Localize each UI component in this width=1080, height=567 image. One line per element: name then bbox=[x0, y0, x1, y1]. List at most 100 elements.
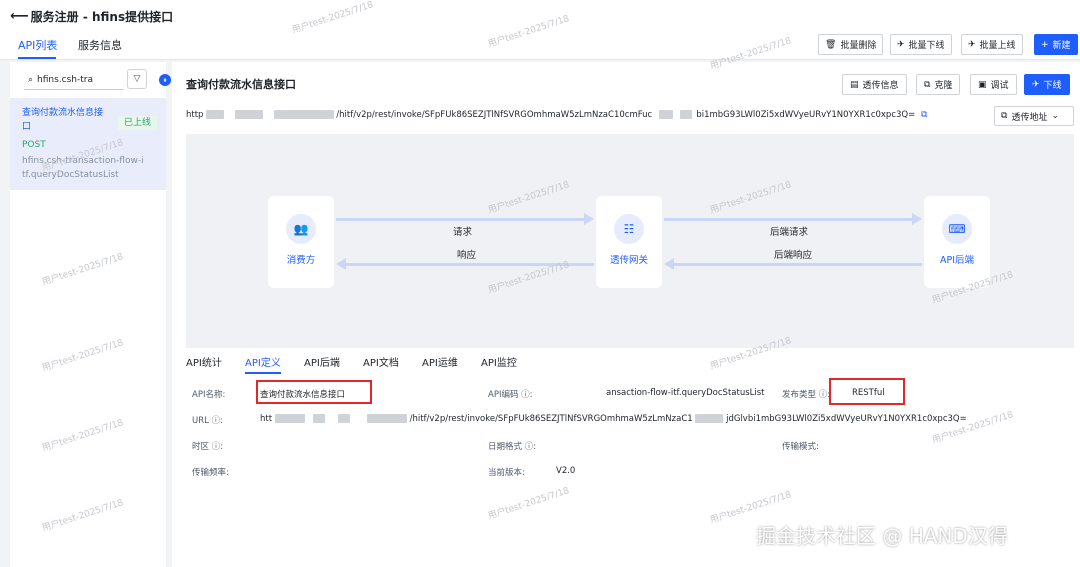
transparent-address-select[interactable]: ⧉ 透传地址 ⌄ bbox=[994, 106, 1074, 126]
debug-label: 调试 bbox=[990, 81, 1009, 91]
api-sidebar: ⌕ hfins.csh-tra ▽ 查询付款流水信息接口 已上线 POST hf… bbox=[10, 62, 166, 567]
arrow-right-icon bbox=[912, 213, 922, 225]
url-label: URL ⓘ: bbox=[192, 416, 223, 426]
url-prefix: http bbox=[186, 110, 204, 120]
plane-down-icon: ✈ bbox=[897, 39, 905, 50]
tab-api-definition[interactable]: API定义 bbox=[245, 354, 281, 369]
api-code-value: ansaction-flow-itf.queryDocStatusList bbox=[606, 388, 765, 398]
arrow-right-icon bbox=[584, 213, 594, 225]
gateway-label: 透传网关 bbox=[609, 255, 648, 266]
batch-online-button[interactable]: ✈ 批量上线 bbox=[961, 34, 1023, 55]
backend-response-text: 后端响应 bbox=[774, 250, 813, 261]
redacted-block bbox=[679, 110, 692, 119]
gateway-node: ☷ 透传网关 bbox=[596, 196, 662, 288]
plane-down-icon: ✈ bbox=[1032, 79, 1040, 90]
table-icon: ▤ bbox=[850, 79, 859, 90]
tab-api-list[interactable]: API列表 bbox=[18, 37, 57, 53]
arrow-left-icon[interactable]: ⟵ bbox=[10, 9, 29, 24]
api-item-path: hfins.csh-transaction-flow-itf.queryDocS… bbox=[22, 156, 144, 180]
tab-api-docs[interactable]: API文档 bbox=[363, 354, 399, 369]
offline-button[interactable]: ✈ 下线 bbox=[1024, 74, 1070, 95]
tab-service-info[interactable]: 服务信息 bbox=[78, 37, 122, 53]
highlight-box bbox=[256, 380, 372, 404]
version-value: V2.0 bbox=[556, 466, 576, 476]
redacted-block bbox=[234, 110, 263, 119]
flow-diagram: 👥 消费方 ☷ 透传网关 ⌨ API后端 请求 响应 后端请求 后端响应 bbox=[186, 134, 1074, 348]
header-bar: ⟵ 服务注册 - hfins提供接口 bbox=[0, 0, 1080, 32]
consumer-node: 👥 消费方 bbox=[268, 196, 334, 288]
copy-icon: ⧉ bbox=[924, 79, 931, 90]
api-item-name: 查询付款流水信息接口 bbox=[22, 108, 104, 132]
help-circle-icon[interactable]: ⓘ bbox=[521, 390, 530, 400]
tab-api-backend[interactable]: API后端 bbox=[304, 354, 340, 369]
tab-api-monitor[interactable]: API监控 bbox=[481, 354, 517, 369]
help-circle-icon[interactable]: ⓘ bbox=[525, 442, 534, 452]
response-text: 响应 bbox=[457, 250, 477, 261]
api-item-method: POST bbox=[22, 140, 46, 150]
batch-online-label: 批量上线 bbox=[979, 41, 1016, 51]
redacted-block bbox=[313, 414, 326, 423]
debug-button[interactable]: ▣ 调试 bbox=[970, 74, 1017, 95]
batch-delete-label: 批量删除 bbox=[840, 41, 877, 51]
help-circle-icon[interactable]: ⓘ bbox=[212, 442, 221, 452]
filter-icon: ▽ bbox=[133, 74, 141, 84]
url-value-suffix: jdGlvbi1mbG93LWl0Zi5xdWVyeURvY1N0YXR1c0x… bbox=[726, 414, 967, 424]
filter-button[interactable]: ▽ bbox=[127, 69, 147, 89]
transfer-mode-label: 传输模式: bbox=[782, 442, 819, 452]
arrow-left-icon bbox=[336, 258, 346, 270]
copy-icon[interactable]: ⧉ bbox=[921, 110, 927, 120]
new-label: 新建 bbox=[1052, 41, 1071, 51]
chevron-down-icon: ⌄ bbox=[1051, 111, 1059, 121]
help-circle-icon[interactable]: ⓘ bbox=[212, 416, 221, 426]
clone-button[interactable]: ⧉ 克隆 bbox=[916, 74, 961, 95]
batch-offline-button[interactable]: ✈ 批量下线 bbox=[890, 34, 952, 55]
url-value-prefix: htt bbox=[260, 414, 273, 424]
transparent-info-button[interactable]: ▤ 透传信息 bbox=[842, 74, 907, 95]
url-suffix: bi1mbG93LWl0Zi5xdWVyeURvY1N0YXR1c0xpc3Q= bbox=[696, 110, 916, 120]
active-tab-indicator bbox=[18, 57, 56, 59]
batch-offline-label: 批量下线 bbox=[908, 41, 945, 51]
request-line bbox=[336, 218, 584, 221]
api-list-item[interactable]: 查询付款流水信息接口 已上线 POST hfins.csh-transactio… bbox=[10, 98, 166, 190]
api-name-label: API名称: bbox=[192, 390, 226, 400]
backend-response-line bbox=[674, 263, 922, 266]
redacted-block bbox=[206, 110, 225, 119]
url-middle: /hitf/v2p/rest/invoke/SFpFUk86SEZJTlNfSV… bbox=[336, 110, 653, 120]
main-panel: 查询付款流水信息接口 ▤ 透传信息 ⧉ 克隆 ▣ 调试 ✈ 下线 http /hitf/… bbox=[172, 62, 1080, 567]
publish-type-label: 发布类型 ⓘ: bbox=[782, 390, 831, 400]
collapse-sidebar-icon[interactable]: ⏸ bbox=[159, 74, 171, 86]
users-icon: 👥 bbox=[286, 214, 316, 244]
new-button[interactable]: + 新建 bbox=[1034, 34, 1078, 55]
version-label: 当前版本: bbox=[488, 468, 525, 478]
highlight-box bbox=[829, 378, 905, 405]
date-format-label: 日期格式 ⓘ: bbox=[488, 442, 537, 452]
copy-icon: ⧉ bbox=[1001, 111, 1008, 121]
search-input[interactable]: ⌕ hfins.csh-tra bbox=[24, 70, 124, 90]
redacted-block bbox=[338, 414, 351, 423]
response-line bbox=[346, 263, 594, 266]
publish-type-label-text: 发布类型 bbox=[782, 390, 817, 400]
consumer-label: 消费方 bbox=[286, 255, 316, 266]
tab-api-ops[interactable]: API运维 bbox=[422, 354, 458, 369]
source-watermark: 掘金技术社区 @ HAND汉得 bbox=[756, 524, 1008, 548]
redacted-block bbox=[658, 110, 673, 119]
backend-request-line bbox=[664, 218, 912, 221]
timezone-label-text: 时区 bbox=[192, 442, 210, 452]
active-detail-tab-indicator bbox=[245, 372, 281, 374]
backend-label: API后端 bbox=[939, 255, 975, 266]
redacted-block bbox=[273, 110, 334, 119]
network-icon: ☷ bbox=[614, 214, 644, 244]
plus-icon: + bbox=[1041, 39, 1049, 50]
batch-delete-button[interactable]: 🗑 批量删除 bbox=[818, 34, 884, 55]
trash-icon: 🗑 bbox=[825, 39, 837, 50]
backend-request-text: 后端请求 bbox=[770, 227, 809, 238]
url-label-text: URL bbox=[192, 416, 209, 426]
url-value: htt /hitf/v2p/rest/invoke/SFpFUk86SEZJTl… bbox=[260, 414, 967, 424]
redacted-block bbox=[274, 414, 305, 423]
redacted-block bbox=[366, 414, 407, 423]
api-code-label: API编码 ⓘ: bbox=[488, 390, 533, 400]
arrow-left-icon bbox=[664, 258, 674, 270]
tab-api-stats[interactable]: API统计 bbox=[186, 354, 222, 369]
help-circle-icon[interactable]: ⓘ bbox=[819, 390, 828, 400]
date-format-label-text: 日期格式 bbox=[488, 442, 523, 452]
